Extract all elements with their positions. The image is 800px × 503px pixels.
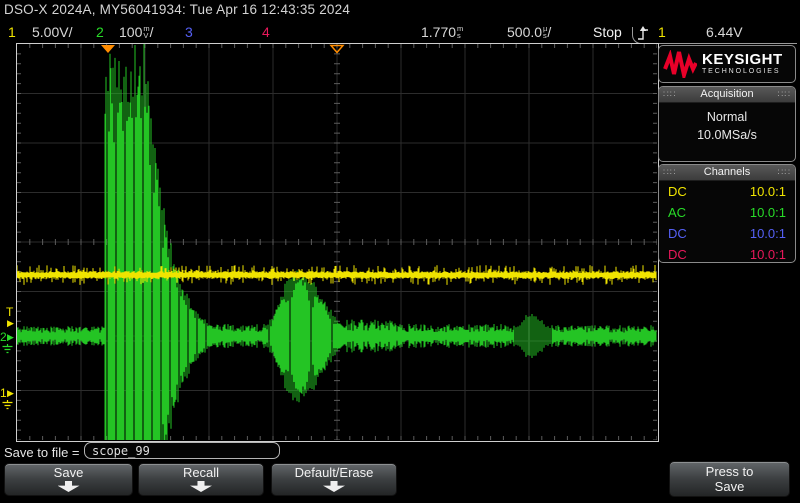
channel1-scale[interactable]: 5.00V/ [32,24,72,40]
trigger-level[interactable]: 6.44V [706,24,743,40]
run-state[interactable]: Stop [593,24,622,40]
acquisition-header[interactable]: ∷∷ Acquisition ∷∷ [659,87,795,103]
press-to-save-line2: Save [715,479,745,494]
save-button-label: Save [54,465,84,480]
waveform-display [16,43,659,442]
channel-coupling: DC [668,247,687,262]
edge-trigger-icon [637,26,649,40]
channel1-number[interactable]: 1 [8,24,16,40]
filename-input[interactable] [84,442,280,459]
press-to-save-button[interactable]: Press to Save [669,461,790,497]
channel-probe: 10.0:1 [750,226,786,241]
channel1-ground-icon [1,400,14,410]
channel2-scale-value: 100 [119,24,142,40]
grip-dots-icon: ∷∷ [778,87,791,102]
timebase-readout[interactable]: 500.0µs/ [507,24,551,40]
brand-name: KEYSIGHT [702,52,783,67]
channel1-ground-arrow-icon[interactable]: ▶ [7,389,14,398]
channel2-ground-arrow-icon[interactable]: ▶ [7,333,14,342]
channel-probe: 10.0:1 [750,184,786,199]
channel2-number[interactable]: 2 [96,24,104,40]
channel-row: DC 10.0:1 [659,244,795,263]
channel-coupling: DC [668,184,687,199]
acquisition-header-label: Acquisition [700,88,753,100]
save-to-file-label: Save to file = [4,445,80,460]
device-title: DSO-X 2024A, MY56041934: Tue Apr 16 12:4… [4,2,350,17]
timebase-suffix: / [547,24,551,40]
timebase-value: 500.0 [507,24,542,40]
sample-rate: 10.0MSa/s [659,126,795,144]
keysight-logo: KEYSIGHT TECHNOLOGIES [658,45,796,83]
channel2-ground-label[interactable]: 2 [0,331,7,343]
acquisition-panel: ∷∷ Acquisition ∷∷ Normal 10.0MSa/s [658,86,796,162]
recall-button-label: Recall [183,465,219,480]
trigger-level-marker[interactable]: T [6,306,13,318]
trigger-level-arrow-icon[interactable]: ▶ [7,319,14,328]
press-to-save-line1: Press to [706,464,754,479]
acquisition-mode: Normal [659,108,795,126]
delay-readout[interactable]: 1.770ms [421,24,463,40]
channel-row: AC 10.0:1 [659,202,795,223]
delay-unit: ms [457,25,463,39]
grip-dots-icon: ∷∷ [663,165,676,180]
down-arrow-icon [323,481,345,492]
trigger-position-marker[interactable] [101,45,115,53]
oscilloscope-screen: DSO-X 2024A, MY56041934: Tue Apr 16 12:4… [0,0,800,503]
channels-panel: ∷∷ Channels ∷∷ DC 10.0:1 AC 10.0:1 DC 10… [658,164,796,263]
waveform-canvas [17,44,657,440]
channel-row: DC 10.0:1 [659,223,795,244]
brand-sub: TECHNOLOGIES [702,67,783,76]
channel1-ground-label[interactable]: 1 [0,387,7,399]
channels-header[interactable]: ∷∷ Channels ∷∷ [659,165,795,181]
channel2-scale[interactable]: 100mV/ [119,24,154,40]
channel4-number[interactable]: 4 [262,24,270,40]
trigger-source[interactable]: 1 [658,24,666,40]
grip-dots-icon: ∷∷ [778,165,791,180]
default-erase-button[interactable]: Default/Erase [271,463,397,496]
channel-coupling: AC [668,205,686,220]
recall-button[interactable]: Recall [138,463,264,496]
delay-value: 1.770 [421,24,456,40]
down-arrow-icon [190,481,212,492]
channel-probe: 10.0:1 [750,205,786,220]
keysight-spark-icon [663,50,697,78]
channel-coupling: DC [668,226,687,241]
channel2-ground-icon [1,344,14,354]
channel-row: DC 10.0:1 [659,181,795,202]
channel-probe: 10.0:1 [750,247,786,262]
channel2-scale-suffix: / [150,24,154,40]
default-erase-button-label: Default/Erase [295,465,374,480]
grip-dots-icon: ∷∷ [663,87,676,102]
channel3-number[interactable]: 3 [185,24,193,40]
down-arrow-icon [58,481,80,492]
save-button[interactable]: Save [4,463,133,496]
channels-header-label: Channels [704,166,750,178]
